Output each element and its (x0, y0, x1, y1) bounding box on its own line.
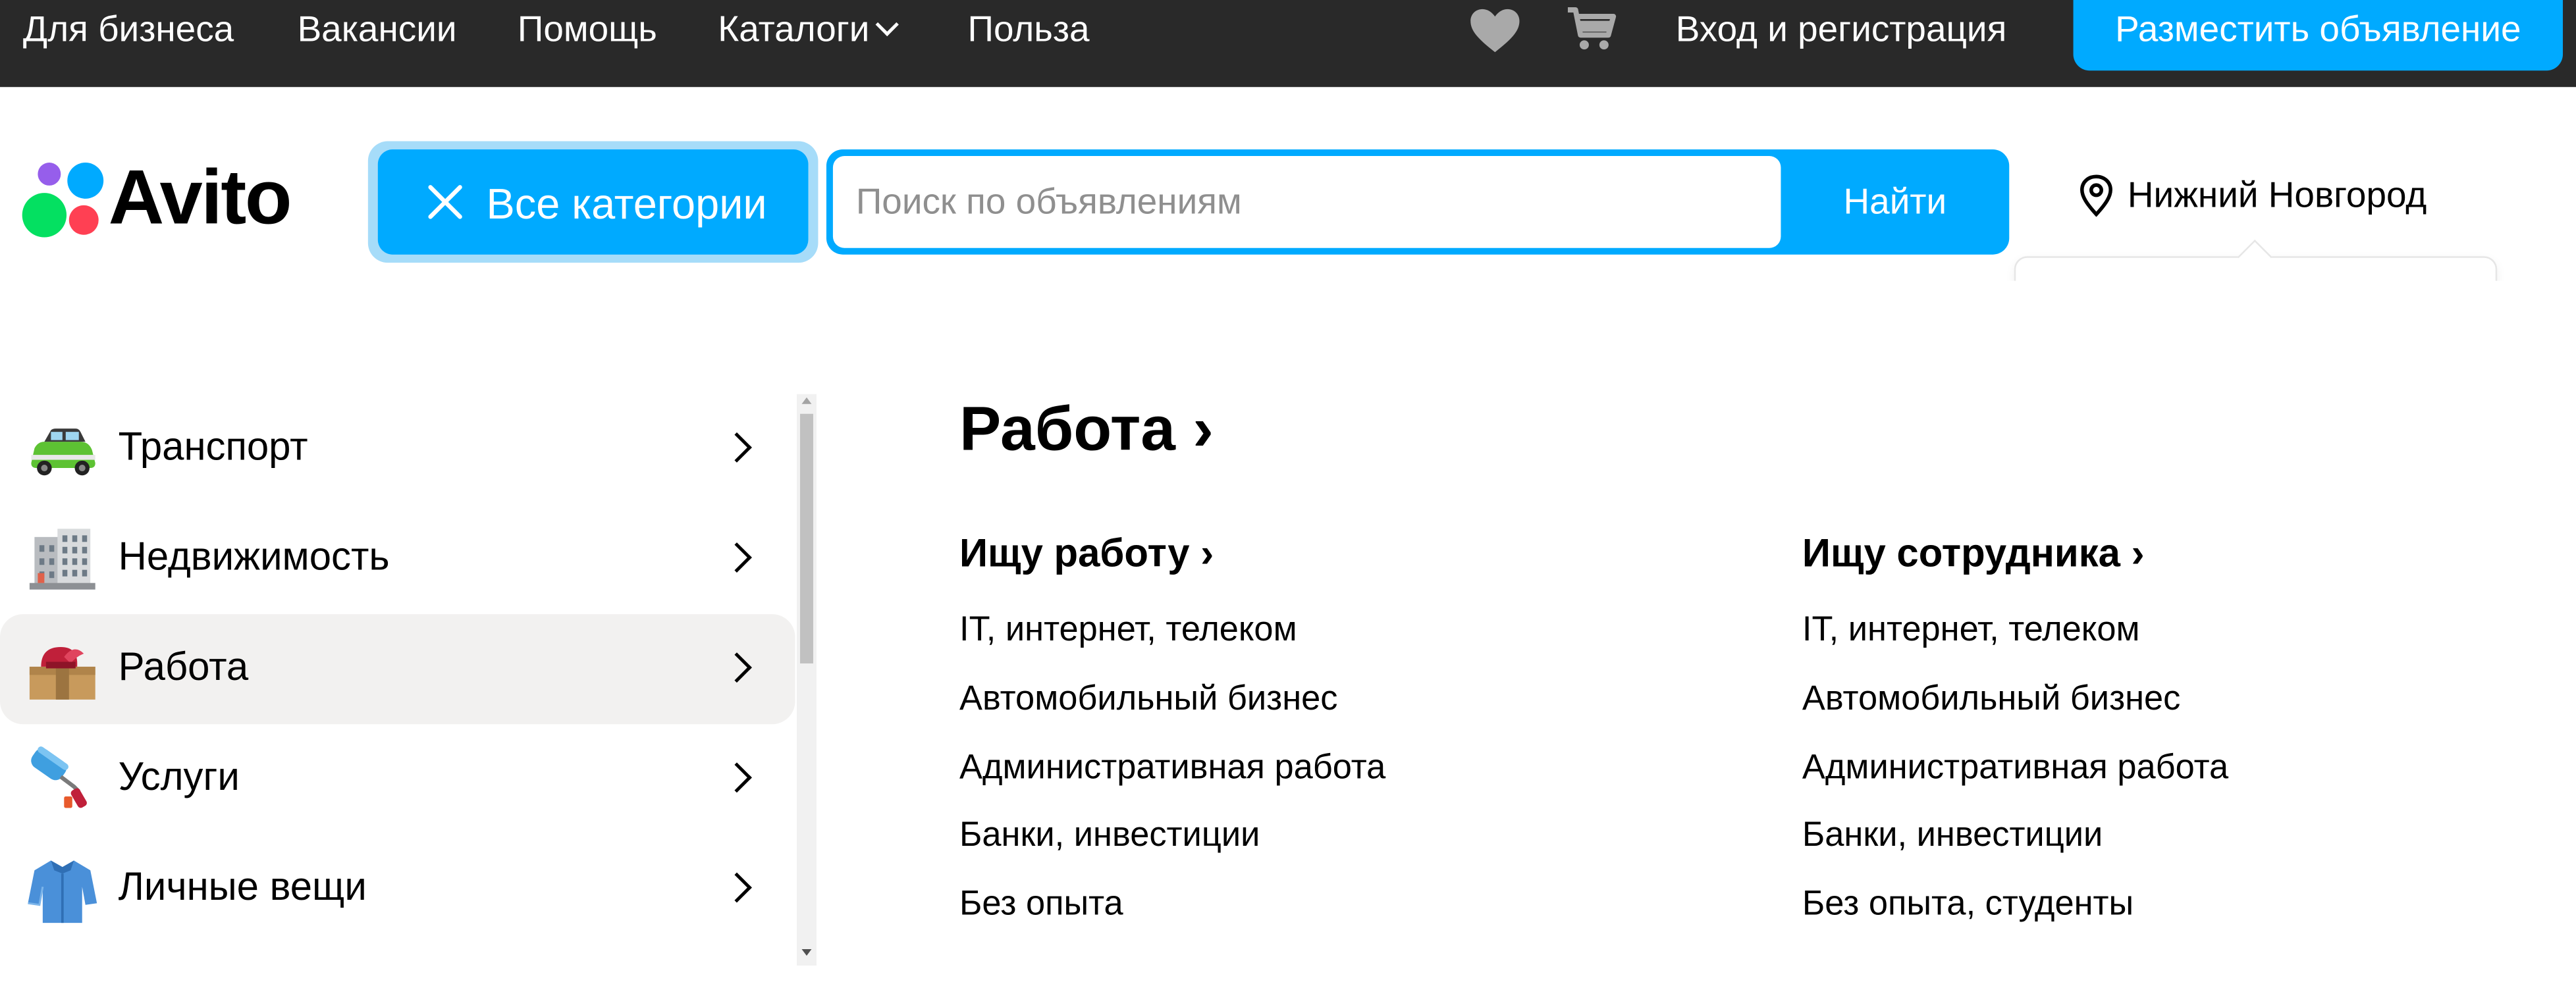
subcategory-link[interactable]: Без опыта, студенты (1802, 882, 2228, 950)
all-categories-button[interactable]: Все категории (377, 149, 809, 255)
subcategory-link[interactable]: IT, интернет, телеком (1802, 608, 2228, 676)
cart-icon[interactable] (1566, 3, 1619, 56)
category-item-real-estate[interactable]: Недвижимость (0, 504, 795, 614)
heart-icon[interactable] (1467, 3, 1523, 59)
close-icon (428, 185, 462, 219)
scrollbar-thumb[interactable] (800, 413, 813, 663)
post-ad-button[interactable]: Разместить объявление (2073, 0, 2563, 71)
header-backdrop (1971, 280, 2576, 330)
topbar-link-vacancies[interactable]: Вакансии (298, 8, 457, 51)
chevron-right-icon (722, 872, 752, 903)
subcategory-link[interactable]: Административная работа (1802, 745, 2228, 814)
subcategory-link[interactable]: Банки, инвестиции (959, 814, 1385, 882)
category-label: Транспорт (118, 425, 308, 470)
search-input[interactable] (832, 156, 1781, 248)
page: Для бизнеса Вакансии Помощь Каталоги Пол… (0, 0, 2576, 984)
subcategory-link[interactable]: Автомобильный бизнес (1802, 676, 2228, 744)
topbar-link-help[interactable]: Помощь (518, 8, 657, 51)
logo-text: Avito (108, 153, 292, 240)
catalogs-label: Каталоги (718, 8, 870, 49)
topbar-link-benefit[interactable]: Польза (967, 8, 1089, 51)
chevron-right-icon (722, 432, 752, 463)
category-item-transport[interactable]: Транспорт (0, 394, 795, 504)
location-pin-icon (2080, 174, 2112, 217)
all-categories-label: Все категории (486, 178, 767, 228)
paint-roller-icon (31, 746, 87, 808)
category-item-personal-items[interactable]: Личные вещи (0, 834, 795, 944)
category-label: Личные вещи (118, 865, 367, 910)
work-box-icon (29, 646, 95, 700)
topbar-link-business[interactable]: Для бизнеса (23, 8, 234, 51)
find-button[interactable]: Найти (1781, 149, 2009, 255)
subcategory-list-seek-job: IT, интернет, телеком Автомобильный бизн… (959, 608, 1385, 950)
avito-logo-icon (22, 162, 104, 238)
scroll-down-arrow-icon[interactable] (801, 949, 812, 956)
content-fade (821, 965, 2576, 984)
subcategory-link[interactable]: Без опыта (959, 882, 1385, 950)
rubric-title[interactable]: Работа › (959, 394, 1214, 467)
category-label: Недвижимость (118, 535, 390, 580)
login-link[interactable]: Вход и регистрация (1676, 8, 2007, 51)
top-bar: Для бизнеса Вакансии Помощь Каталоги Пол… (0, 0, 2576, 88)
subcategory-link[interactable]: Банки, инвестиции (1802, 814, 2228, 882)
subcategory-list-seek-employee: IT, интернет, телеком Автомобильный бизн… (1802, 608, 2228, 950)
column-title-seek-job[interactable]: Ищу работу › (959, 532, 1214, 578)
chevron-down-icon (876, 13, 899, 37)
shirt-icon (28, 860, 97, 923)
chevron-right-icon (722, 542, 752, 573)
column-title-seek-employee[interactable]: Ищу сотрудника › (1802, 532, 2145, 578)
topbar-link-catalogs[interactable]: Каталоги (718, 8, 899, 51)
category-item-services[interactable]: Услуги (0, 724, 795, 834)
building-icon (29, 529, 95, 590)
category-label: Работа (118, 645, 249, 690)
chevron-right-icon (722, 762, 752, 793)
city-selector[interactable]: Нижний Новгород (2128, 174, 2427, 217)
category-item-work[interactable]: Работа (0, 614, 795, 725)
subcategory-link[interactable]: Автомобильный бизнес (959, 676, 1385, 744)
scroll-up-arrow-icon[interactable] (801, 397, 812, 404)
subcategory-link[interactable]: Административная работа (959, 745, 1385, 814)
car-icon (31, 428, 95, 476)
category-label: Услуги (118, 755, 240, 800)
chevron-right-icon (722, 652, 752, 683)
subcategory-link[interactable]: IT, интернет, телеком (959, 608, 1385, 676)
